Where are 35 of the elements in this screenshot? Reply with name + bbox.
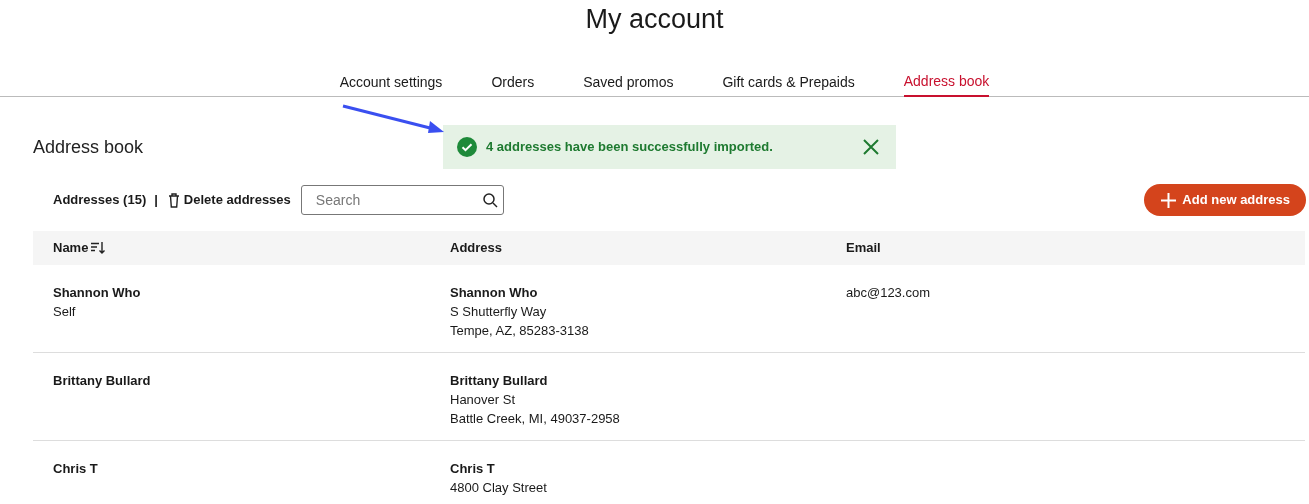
toast-message: 4 addresses have been successfully imported. xyxy=(486,138,774,157)
address-name: Chris T xyxy=(450,460,496,478)
sort-icon[interactable] xyxy=(91,242,106,254)
contact-name: Brittany Bullard xyxy=(53,372,152,390)
address-line: Tempe, AZ, 85283-3138 xyxy=(450,322,590,340)
address-count: Addresses (15) xyxy=(53,191,147,210)
tab[interactable]: Saved promos xyxy=(583,68,674,97)
check-circle-icon xyxy=(457,137,477,157)
plus-icon xyxy=(1160,191,1178,209)
contact-name: Chris T xyxy=(53,460,99,478)
section-title: Address book xyxy=(33,135,145,159)
address-line: Battle Creek, MI, 49037-2958 xyxy=(450,410,621,428)
separator: | xyxy=(154,191,158,210)
contact-relation: Self xyxy=(53,303,77,321)
tab[interactable]: Gift cards & Prepaids xyxy=(722,68,855,97)
column-header: Address xyxy=(450,239,503,258)
tab[interactable]: Address book xyxy=(903,68,990,97)
address-name: Brittany Bullard xyxy=(450,372,549,390)
page-title: My account xyxy=(585,3,724,36)
address-line: Hanover St xyxy=(450,391,517,409)
address-line: 4800 Clay Street xyxy=(450,479,548,497)
email: abc@123.com xyxy=(846,285,931,300)
tab[interactable]: Account settings xyxy=(339,68,443,97)
column-header: Email xyxy=(846,239,881,258)
close-button[interactable] xyxy=(862,138,880,156)
delete-addresses-button[interactable]: Delete addresses xyxy=(167,190,291,210)
address-line: S Shutterfly Way xyxy=(450,303,548,321)
add-new-address-button[interactable]: Add new address xyxy=(1144,184,1306,216)
trash-icon xyxy=(167,192,180,208)
contact-name: Shannon Who xyxy=(53,284,142,302)
search-field[interactable]: Search xyxy=(300,185,504,215)
search-icon xyxy=(482,193,498,208)
tab[interactable]: Orders xyxy=(491,68,535,97)
address-name: Shannon Who xyxy=(450,284,539,302)
column-header[interactable]: Name xyxy=(53,238,89,258)
